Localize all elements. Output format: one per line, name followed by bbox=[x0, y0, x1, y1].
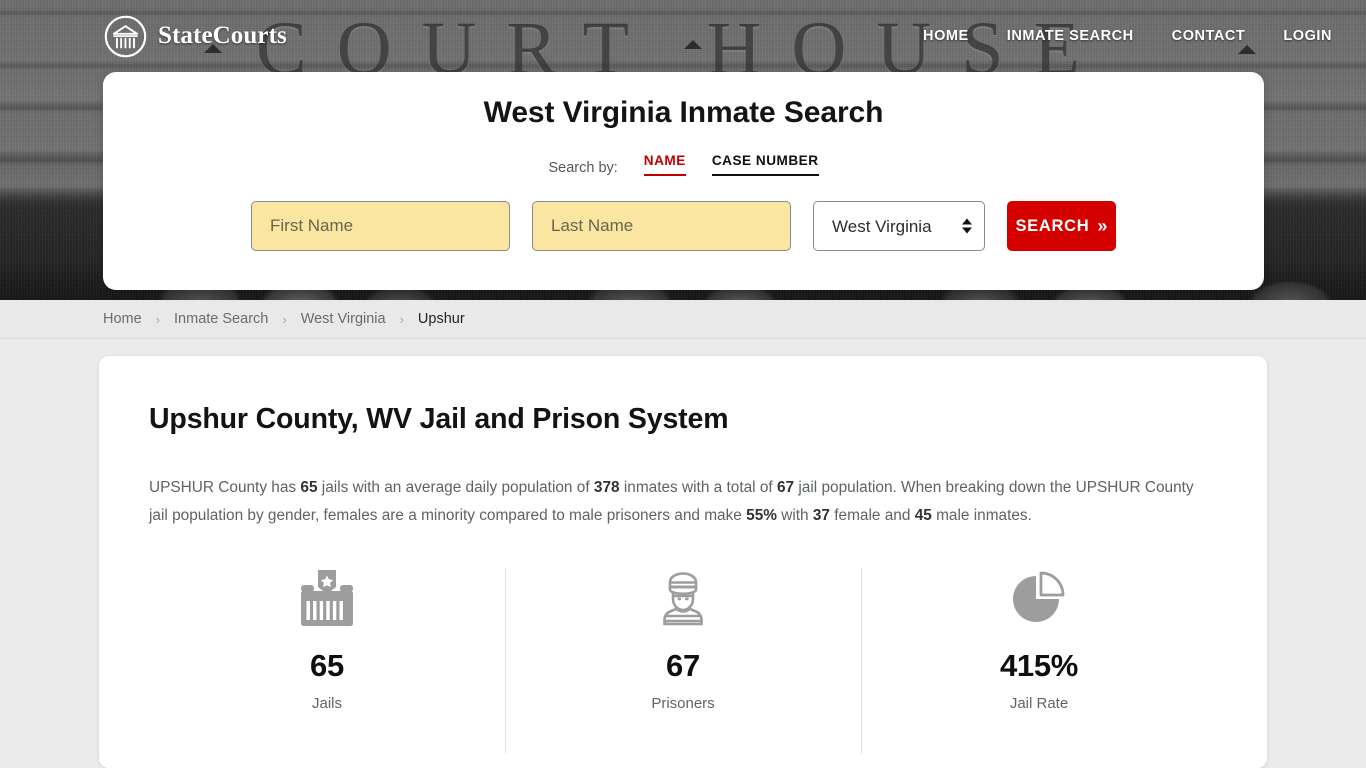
jail-building-icon bbox=[159, 568, 495, 630]
first-name-input[interactable] bbox=[251, 201, 510, 251]
search-button[interactable]: SEARCH » bbox=[1007, 201, 1116, 251]
stat-jail-rate: 415% Jail Rate bbox=[861, 568, 1217, 712]
stat-jails-value: 65 bbox=[159, 648, 495, 684]
last-name-input[interactable] bbox=[532, 201, 791, 251]
page-title: Upshur County, WV Jail and Prison System bbox=[149, 403, 1217, 436]
brand-name: StateCourts bbox=[158, 22, 287, 50]
breadcrumb-separator-icon: › bbox=[156, 312, 160, 327]
nav-item-inmate-search[interactable]: INMATE SEARCH bbox=[1007, 28, 1134, 44]
breadcrumb-item-upshur: Upshur bbox=[418, 311, 465, 327]
summary-text-5: with bbox=[777, 507, 813, 524]
stat-jail-rate-label: Jail Rate bbox=[871, 695, 1207, 712]
summary-jails-count: 65 bbox=[300, 479, 317, 496]
stat-prisoners: 67 Prisoners bbox=[505, 568, 861, 712]
double-chevron-right-icon: » bbox=[1097, 217, 1108, 235]
breadcrumb-separator-icon: › bbox=[400, 312, 404, 327]
tab-case-number[interactable]: CASE NUMBER bbox=[712, 153, 819, 176]
summary-female-percent: 55% bbox=[746, 507, 777, 524]
search-title: West Virginia Inmate Search bbox=[103, 72, 1264, 130]
search-form: West Virginia SEARCH » bbox=[103, 201, 1264, 251]
summary-text-2: jails with an average daily population o… bbox=[318, 479, 594, 496]
summary-female-count: 37 bbox=[813, 507, 830, 524]
summary-total-population: 67 bbox=[777, 479, 794, 496]
brand-logo[interactable]: StateCourts bbox=[104, 15, 287, 58]
stat-jails: 65 Jails bbox=[149, 568, 505, 712]
breadcrumb-item-inmate-search[interactable]: Inmate Search bbox=[174, 311, 268, 327]
breadcrumb-item-west-virginia[interactable]: West Virginia bbox=[301, 311, 386, 327]
stat-jail-rate-value: 415% bbox=[871, 648, 1207, 684]
summary-text-6: female and bbox=[830, 507, 915, 524]
search-by-tabs: Search by: NAME CASE NUMBER bbox=[103, 153, 1264, 176]
breadcrumb: Home › Inmate Search › West Virginia › U… bbox=[0, 300, 1366, 339]
summary-text-3: inmates with a total of bbox=[620, 479, 777, 496]
nav-item-home[interactable]: HOME bbox=[923, 28, 969, 44]
state-select[interactable]: West Virginia bbox=[813, 201, 985, 251]
stats-row: 65 Jails bbox=[149, 568, 1217, 712]
stat-jails-label: Jails bbox=[159, 695, 495, 712]
courthouse-logo-icon bbox=[104, 15, 147, 58]
breadcrumb-item-home[interactable]: Home bbox=[103, 311, 142, 327]
top-navigation-bar: StateCourts HOME INMATE SEARCH CONTACT L… bbox=[0, 0, 1366, 72]
search-button-label: SEARCH bbox=[1015, 217, 1089, 236]
tab-name[interactable]: NAME bbox=[644, 153, 686, 176]
stat-prisoners-label: Prisoners bbox=[515, 695, 851, 712]
stat-prisoners-value: 67 bbox=[515, 648, 851, 684]
summary-adp-count: 378 bbox=[594, 479, 620, 496]
breadcrumb-separator-icon: › bbox=[282, 312, 286, 327]
summary-male-count: 45 bbox=[915, 507, 932, 524]
county-overview-card: Upshur County, WV Jail and Prison System… bbox=[99, 356, 1267, 768]
summary-text-1: UPSHUR County has bbox=[149, 479, 300, 496]
state-select-wrapper: West Virginia bbox=[813, 201, 985, 251]
pie-chart-icon bbox=[871, 568, 1207, 630]
county-summary-paragraph: UPSHUR County has 65 jails with an avera… bbox=[149, 474, 1205, 530]
prisoner-icon bbox=[515, 568, 851, 630]
search-by-label: Search by: bbox=[548, 160, 617, 176]
inmate-search-card: West Virginia Inmate Search Search by: N… bbox=[103, 72, 1264, 290]
main-nav: HOME INMATE SEARCH CONTACT LOGIN bbox=[923, 28, 1332, 44]
nav-item-contact[interactable]: CONTACT bbox=[1172, 28, 1246, 44]
nav-item-login[interactable]: LOGIN bbox=[1283, 28, 1332, 44]
summary-text-7: male inmates. bbox=[932, 507, 1032, 524]
